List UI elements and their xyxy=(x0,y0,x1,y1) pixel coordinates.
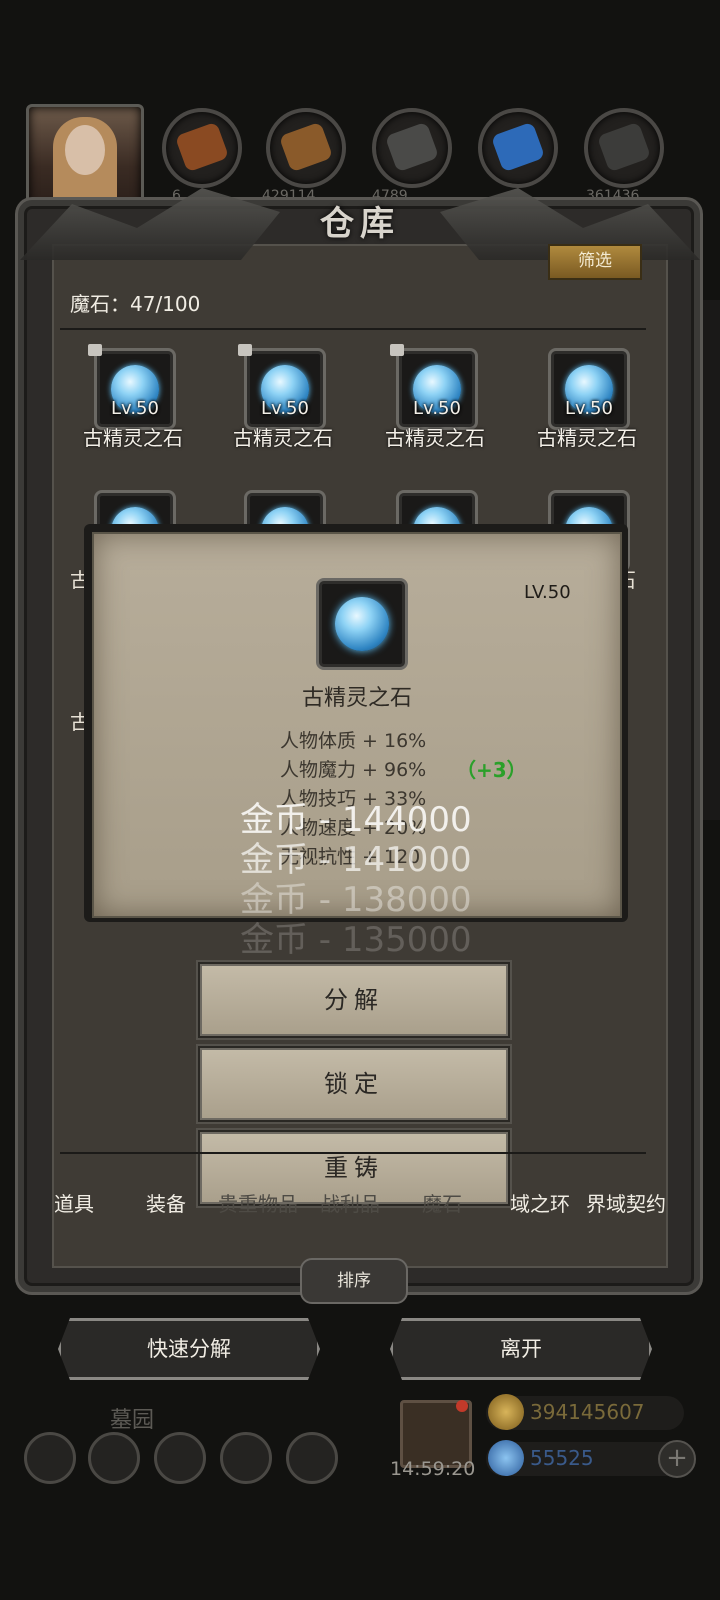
panel-title: 仓库 xyxy=(320,204,400,244)
lock-button[interactable]: 锁定 xyxy=(198,1046,510,1122)
item-level: Lv.50 xyxy=(565,398,613,419)
tab-realm-ring[interactable]: 界域之环 xyxy=(510,1188,570,1217)
wood-resource-icon[interactable] xyxy=(266,108,346,188)
stone-resource-icon[interactable] xyxy=(372,108,452,188)
notification-dot xyxy=(456,1400,468,1412)
leave-button[interactable]: 离开 xyxy=(390,1318,652,1380)
grid-item[interactable]: Lv.50 古精灵之石 xyxy=(72,344,183,458)
detail-item-frame xyxy=(316,578,408,670)
lock-icon xyxy=(390,344,404,356)
tab-loot[interactable]: 战利品 xyxy=(320,1188,380,1217)
grid-item[interactable]: Lv.50 古精灵之石 xyxy=(222,344,333,458)
gem-icon xyxy=(335,597,389,651)
decompose-button[interactable]: 分解 xyxy=(198,962,510,1038)
category-tabs: 道具 装备 贵重物品 战利品 魔石 界域之环 界域契约 xyxy=(30,1180,690,1220)
lock-icon xyxy=(238,344,252,356)
player-avatar[interactable] xyxy=(26,104,144,210)
quick-decompose-button[interactable]: 快速分解 xyxy=(58,1318,320,1380)
add-currency-button[interactable]: + xyxy=(658,1440,696,1478)
location-name: 墓园 xyxy=(110,1408,155,1433)
menu-icon[interactable] xyxy=(24,1432,76,1484)
item-level: Lv.50 xyxy=(111,398,159,419)
tab-valuables[interactable]: 贵重物品 xyxy=(218,1188,298,1217)
item-level: Lv.50 xyxy=(261,398,309,419)
item-level: Lv.50 xyxy=(413,398,461,419)
iron-resource-icon[interactable] xyxy=(584,108,664,188)
divider xyxy=(60,1152,646,1154)
menu-icon[interactable] xyxy=(88,1432,140,1484)
item-name: 古精灵之石 xyxy=(385,426,485,450)
tab-equipment[interactable]: 装备 xyxy=(146,1188,186,1217)
blue-gem-icon xyxy=(488,1440,524,1476)
grid-item[interactable]: Lv.50 古精灵之石 xyxy=(374,344,485,458)
gold-value: 394145607 xyxy=(530,1400,645,1424)
gold-coin-icon xyxy=(488,1394,524,1430)
filter-button[interactable]: 筛选 xyxy=(548,244,642,280)
tab-items[interactable]: 道具 xyxy=(54,1188,94,1217)
menu-icon[interactable] xyxy=(286,1432,338,1484)
menu-icon[interactable] xyxy=(154,1432,206,1484)
divider xyxy=(60,328,646,330)
stone-count: 魔石：47/100 xyxy=(70,292,201,316)
resource-bar: 6 429114 4789 361436 xyxy=(0,100,720,210)
gold-cost-float: 金币 - 135000 xyxy=(240,920,472,960)
ore-resource-icon[interactable] xyxy=(162,108,242,188)
stat-line: 人物体质 + 16% xyxy=(280,730,427,752)
item-name: 古精灵之石 xyxy=(233,426,333,450)
menu-icon[interactable] xyxy=(220,1432,272,1484)
bonus-value: （+3） xyxy=(456,758,527,782)
gem-value: 55525 xyxy=(530,1446,594,1470)
detail-level: LV.50 xyxy=(524,582,571,603)
item-name: 古精灵之石 xyxy=(537,426,637,450)
grid-item[interactable]: Lv.50 古精灵之石 xyxy=(526,348,637,458)
item-name: 古精灵之石 xyxy=(83,426,183,450)
avatar-face xyxy=(65,125,105,175)
gift-timer: 14:59:20 xyxy=(390,1458,476,1480)
tab-magic-stones[interactable]: 魔石 xyxy=(422,1188,462,1217)
tab-realm-contract[interactable]: 界域契约 xyxy=(586,1188,666,1217)
stat-line: 人物魔力 + 96% xyxy=(280,759,427,781)
lock-icon xyxy=(88,344,102,356)
sort-button[interactable]: 排序 xyxy=(300,1258,408,1304)
detail-name: 古精灵之石 xyxy=(301,686,412,711)
crystal-resource-icon[interactable] xyxy=(478,108,558,188)
